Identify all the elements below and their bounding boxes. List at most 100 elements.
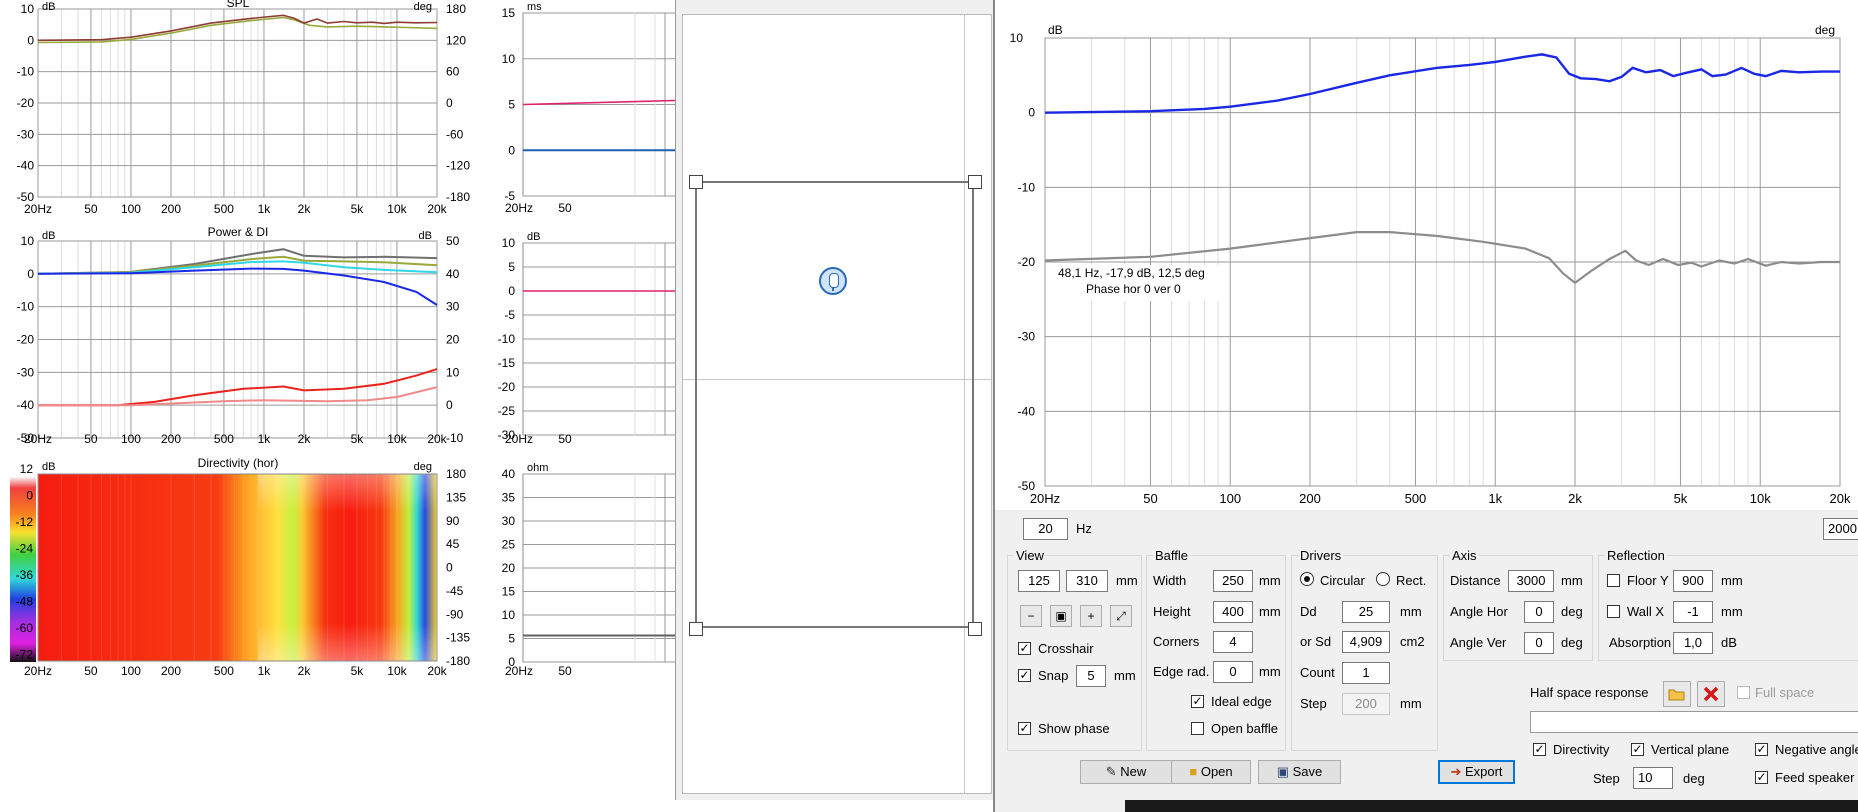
open-button[interactable]: ■ Open (1171, 760, 1251, 784)
freq-min-input[interactable]: 20 (1023, 518, 1068, 540)
wall-checkbox[interactable] (1607, 605, 1620, 618)
baffle-corners-input[interactable]: 4 (1213, 631, 1253, 653)
x-tick-label: 1k (258, 202, 272, 216)
step-unit: mm (1400, 696, 1422, 711)
save-button[interactable]: ▣ Save (1258, 760, 1341, 784)
resize-handle-bottom-left[interactable] (689, 622, 703, 636)
y-tick-label: -10 (1018, 180, 1036, 194)
resize-handle-bottom-right[interactable] (968, 622, 982, 636)
directivity-label: Directivity (1553, 742, 1610, 757)
absorption-input[interactable]: 1,0 (1673, 632, 1713, 654)
circular-radio[interactable] (1300, 572, 1314, 586)
y-tick-label: 20 (446, 333, 460, 347)
delete-icon[interactable] (1697, 681, 1725, 707)
fullscreen-icon[interactable]: ⤢ (1110, 605, 1132, 627)
baffle-outline[interactable] (695, 181, 974, 628)
zoom-out-icon[interactable]: − (1020, 605, 1042, 627)
resize-handle-top-left[interactable] (689, 175, 703, 189)
y-tick-label: -10 (17, 300, 35, 314)
y-tick-label: -40 (17, 398, 35, 412)
scale-label: -48 (16, 595, 34, 609)
edge-radius-input[interactable]: 0 (1213, 661, 1253, 683)
new-button[interactable]: ✎ New (1080, 760, 1172, 784)
directivity-checkbox[interactable]: ✓ (1533, 743, 1546, 756)
y-tick-label: 40 (446, 267, 460, 281)
x-tick-label: 20Hz (24, 202, 52, 216)
view-width-input[interactable]: 125 (1018, 570, 1060, 592)
floor-input[interactable]: 900 (1673, 570, 1713, 592)
y-tick-label: 30 (502, 514, 516, 528)
x-tick-label: 200 (161, 202, 181, 216)
floor-label: Floor Y (1627, 573, 1669, 588)
wall-input[interactable]: -1 (1673, 601, 1713, 623)
x-tick-label: 2k (298, 202, 312, 216)
baffle-height-input[interactable]: 400 (1213, 601, 1253, 623)
y-tick-label: -20 (498, 380, 516, 394)
absorption-unit: dB (1721, 635, 1737, 650)
angle-hor-input[interactable]: 0 (1524, 601, 1554, 623)
wall-label: Wall X (1627, 604, 1665, 619)
floor-checkbox[interactable] (1607, 574, 1620, 587)
edge-radius-unit: mm (1259, 664, 1281, 679)
zoom-in-icon[interactable]: + (1080, 605, 1102, 627)
angle-ver-input[interactable]: 0 (1524, 632, 1554, 654)
edge-radius-label: Edge rad. (1153, 664, 1210, 679)
circular-label: Circular (1320, 573, 1365, 588)
count-input[interactable]: 1 (1342, 662, 1390, 684)
scale-label: -12 (16, 515, 34, 529)
floor-unit: mm (1721, 573, 1743, 588)
x-tick-label: 20Hz (505, 664, 533, 678)
step-input[interactable]: 200 (1342, 693, 1390, 715)
view-height-input[interactable]: 310 (1066, 570, 1108, 592)
y-tick-label: -20 (17, 96, 35, 110)
baffle-width-input[interactable]: 250 (1213, 570, 1253, 592)
crosshair-checkbox[interactable]: ✓ (1018, 642, 1031, 655)
options-step-input[interactable]: 10 (1633, 767, 1673, 789)
baffle-canvas[interactable] (682, 14, 992, 794)
left-charts-canvas: SPLdB deg100-10-20-30-40-50180120600-60-1… (10, 0, 471, 678)
feed-speaker-checkbox[interactable]: ✓ (1755, 771, 1768, 784)
negative-angles-label: Negative angles (1775, 742, 1858, 757)
x-tick-label: 1k (258, 432, 272, 446)
export-button[interactable]: ➔ Export (1438, 760, 1515, 784)
distance-label: Distance (1450, 573, 1501, 588)
snap-checkbox[interactable]: ✓ (1018, 669, 1031, 682)
driver-icon[interactable] (819, 267, 847, 295)
vertical-plane-checkbox[interactable]: ✓ (1631, 743, 1644, 756)
x-tick-label: 50 (558, 664, 572, 678)
y-tick-label: 0 (508, 143, 515, 157)
rect-radio[interactable] (1376, 572, 1390, 586)
x-tick-label: 20Hz (24, 432, 52, 446)
x-tick-label: 500 (214, 664, 234, 678)
y-tick-label: -180 (446, 654, 470, 668)
y-tick-label: 20 (502, 561, 516, 575)
sd-label: or Sd (1300, 634, 1332, 649)
save-label: Save (1292, 764, 1323, 779)
snap-unit: mm (1114, 668, 1136, 683)
resize-handle-top-right[interactable] (968, 175, 982, 189)
x-tick-label: 10k (387, 202, 407, 216)
full-space-checkbox[interactable] (1737, 686, 1750, 699)
sd-input[interactable]: 4,909 (1342, 631, 1390, 653)
negative-angles-checkbox[interactable]: ✓ (1755, 743, 1768, 756)
spl-chart: SPLdB deg100-10-20-30-40-50180120600-60-1… (17, 0, 471, 216)
x-tick-label: 50 (558, 201, 572, 215)
freq-max-input[interactable]: 2000 (1823, 518, 1858, 540)
dd-unit: mm (1400, 604, 1422, 619)
half-space-file-input[interactable] (1530, 711, 1858, 733)
angle-hor-label: Angle Hor (1450, 604, 1508, 619)
x-tick-label: 20Hz (505, 432, 533, 446)
show-phase-checbox[interactable]: ✓ (1018, 722, 1031, 735)
open-baffle-checkbox[interactable] (1191, 722, 1204, 735)
open-folder-icon[interactable] (1663, 681, 1691, 707)
snap-input[interactable]: 5 (1076, 665, 1106, 687)
y-tick-label: 10 (1010, 31, 1024, 45)
y-tick-label: -40 (1018, 404, 1036, 418)
frequency-response-chart[interactable]: 100-10-20-30-40-50dB deg20Hz 50 100 200 500 1k… (995, 0, 1858, 510)
dd-input[interactable]: 25 (1342, 601, 1390, 623)
ideal-edge-checkbox[interactable]: ✓ (1191, 695, 1204, 708)
step-label: Step (1300, 696, 1327, 711)
zoom-fit-icon[interactable]: ▣ (1050, 605, 1072, 627)
distance-input[interactable]: 3000 (1508, 570, 1554, 592)
y-tick-label: -25 (498, 404, 516, 418)
